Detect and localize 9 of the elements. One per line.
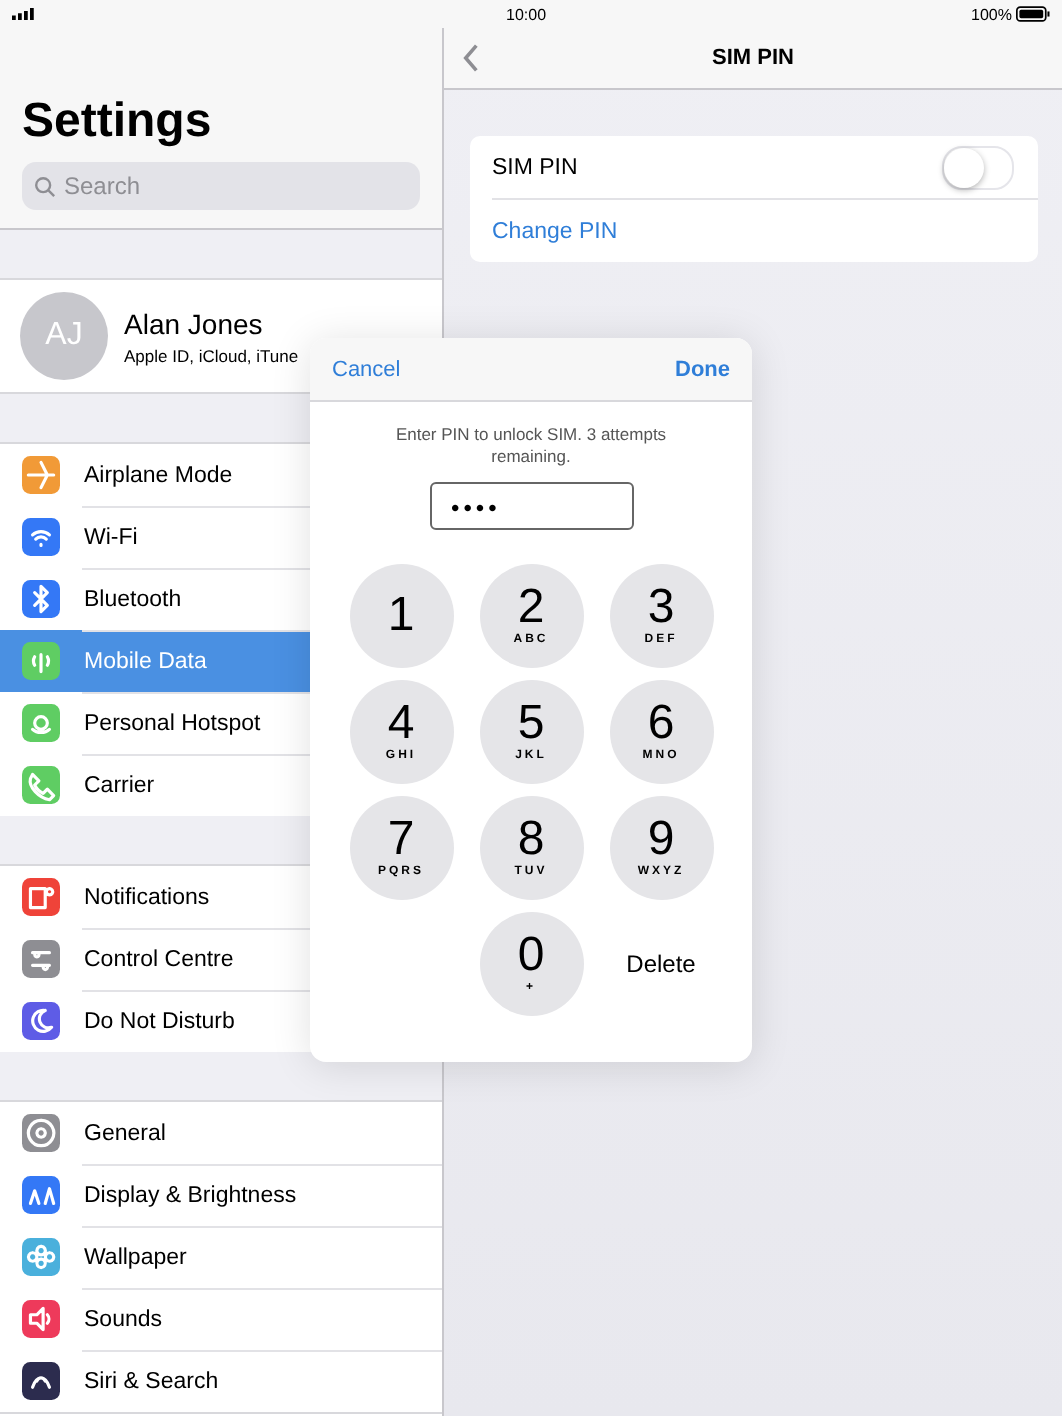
settings-title: Settings <box>22 92 214 148</box>
setting-label: SIM PIN <box>492 155 578 179</box>
profile-name: Alan Jones <box>124 307 265 339</box>
page-title: SIM PIN <box>712 46 794 70</box>
avatar: AJ <box>20 292 108 380</box>
profile-subtitle: Apple ID, iCloud, iTune <box>124 345 299 365</box>
battery-percent: 100% <box>971 5 1012 23</box>
pin-message: Enter PIN to unlock SIM. 3 attempts remaining. <box>395 424 667 468</box>
status-time: 10:00 <box>506 5 547 23</box>
